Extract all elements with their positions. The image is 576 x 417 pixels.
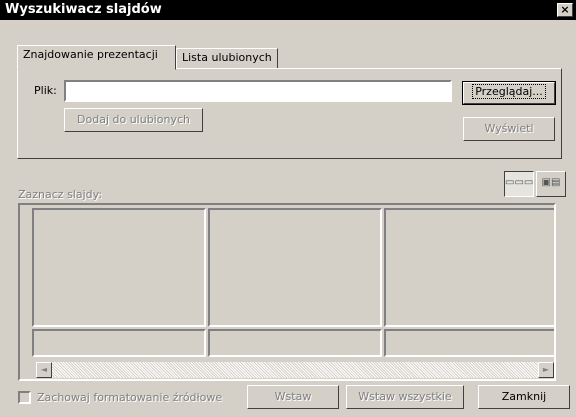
add-to-favorites-button[interactable]: Dodaj do ulubionych: [64, 108, 203, 132]
slide-caption-2: [208, 329, 382, 357]
slide-finder-dialog: Wyszukiwacz slajdów × Znajdowanie prezen…: [0, 0, 576, 417]
browse-button-label: Przeglądaj...: [472, 84, 546, 99]
keep-formatting-label: Zachowaj formatowanie źródłowe: [37, 391, 223, 404]
display-button[interactable]: Wyświetl: [463, 117, 555, 141]
horizontal-scrollbar[interactable]: ◄ ►: [36, 362, 554, 378]
slide-thumbnail-2[interactable]: [208, 208, 382, 327]
scroll-left-icon[interactable]: ◄: [36, 362, 52, 378]
scroll-right-icon[interactable]: ►: [538, 362, 554, 378]
insert-button[interactable]: Wstaw: [247, 385, 339, 409]
slide-strip-view-icon[interactable]: ▭▭▭: [504, 171, 534, 197]
window-title: Wyszukiwacz slajdów: [5, 2, 162, 17]
slide-thumbnail-1[interactable]: [32, 208, 206, 327]
title-bar: Wyszukiwacz slajdów ×: [0, 0, 576, 20]
tab-favorites-list[interactable]: Lista ulubionych: [176, 48, 278, 69]
tab-find-presentation[interactable]: Znajdowanie prezentacji: [17, 45, 176, 70]
select-slides-label: Zaznacz slajdy:: [18, 188, 103, 201]
browse-button[interactable]: Przeglądaj...: [462, 81, 556, 105]
file-path-input[interactable]: [64, 80, 452, 102]
slide-caption-1: [32, 329, 206, 357]
slide-detail-view-icon[interactable]: ▣▤: [536, 171, 566, 197]
slide-caption-3: [384, 329, 554, 357]
close-button[interactable]: Zamknij: [478, 385, 570, 409]
insert-all-button[interactable]: Wstaw wszystkie: [346, 385, 464, 409]
slide-thumbnails-pane: ◄ ►: [18, 203, 556, 381]
file-label: Plik:: [34, 84, 57, 97]
slide-thumbnail-3[interactable]: [384, 208, 554, 327]
tab-label: Lista ulubionych: [182, 51, 272, 64]
keep-formatting-checkbox[interactable]: [18, 391, 31, 404]
close-icon[interactable]: ×: [557, 3, 573, 17]
tab-label: Znajdowanie prezentacji: [23, 48, 158, 61]
